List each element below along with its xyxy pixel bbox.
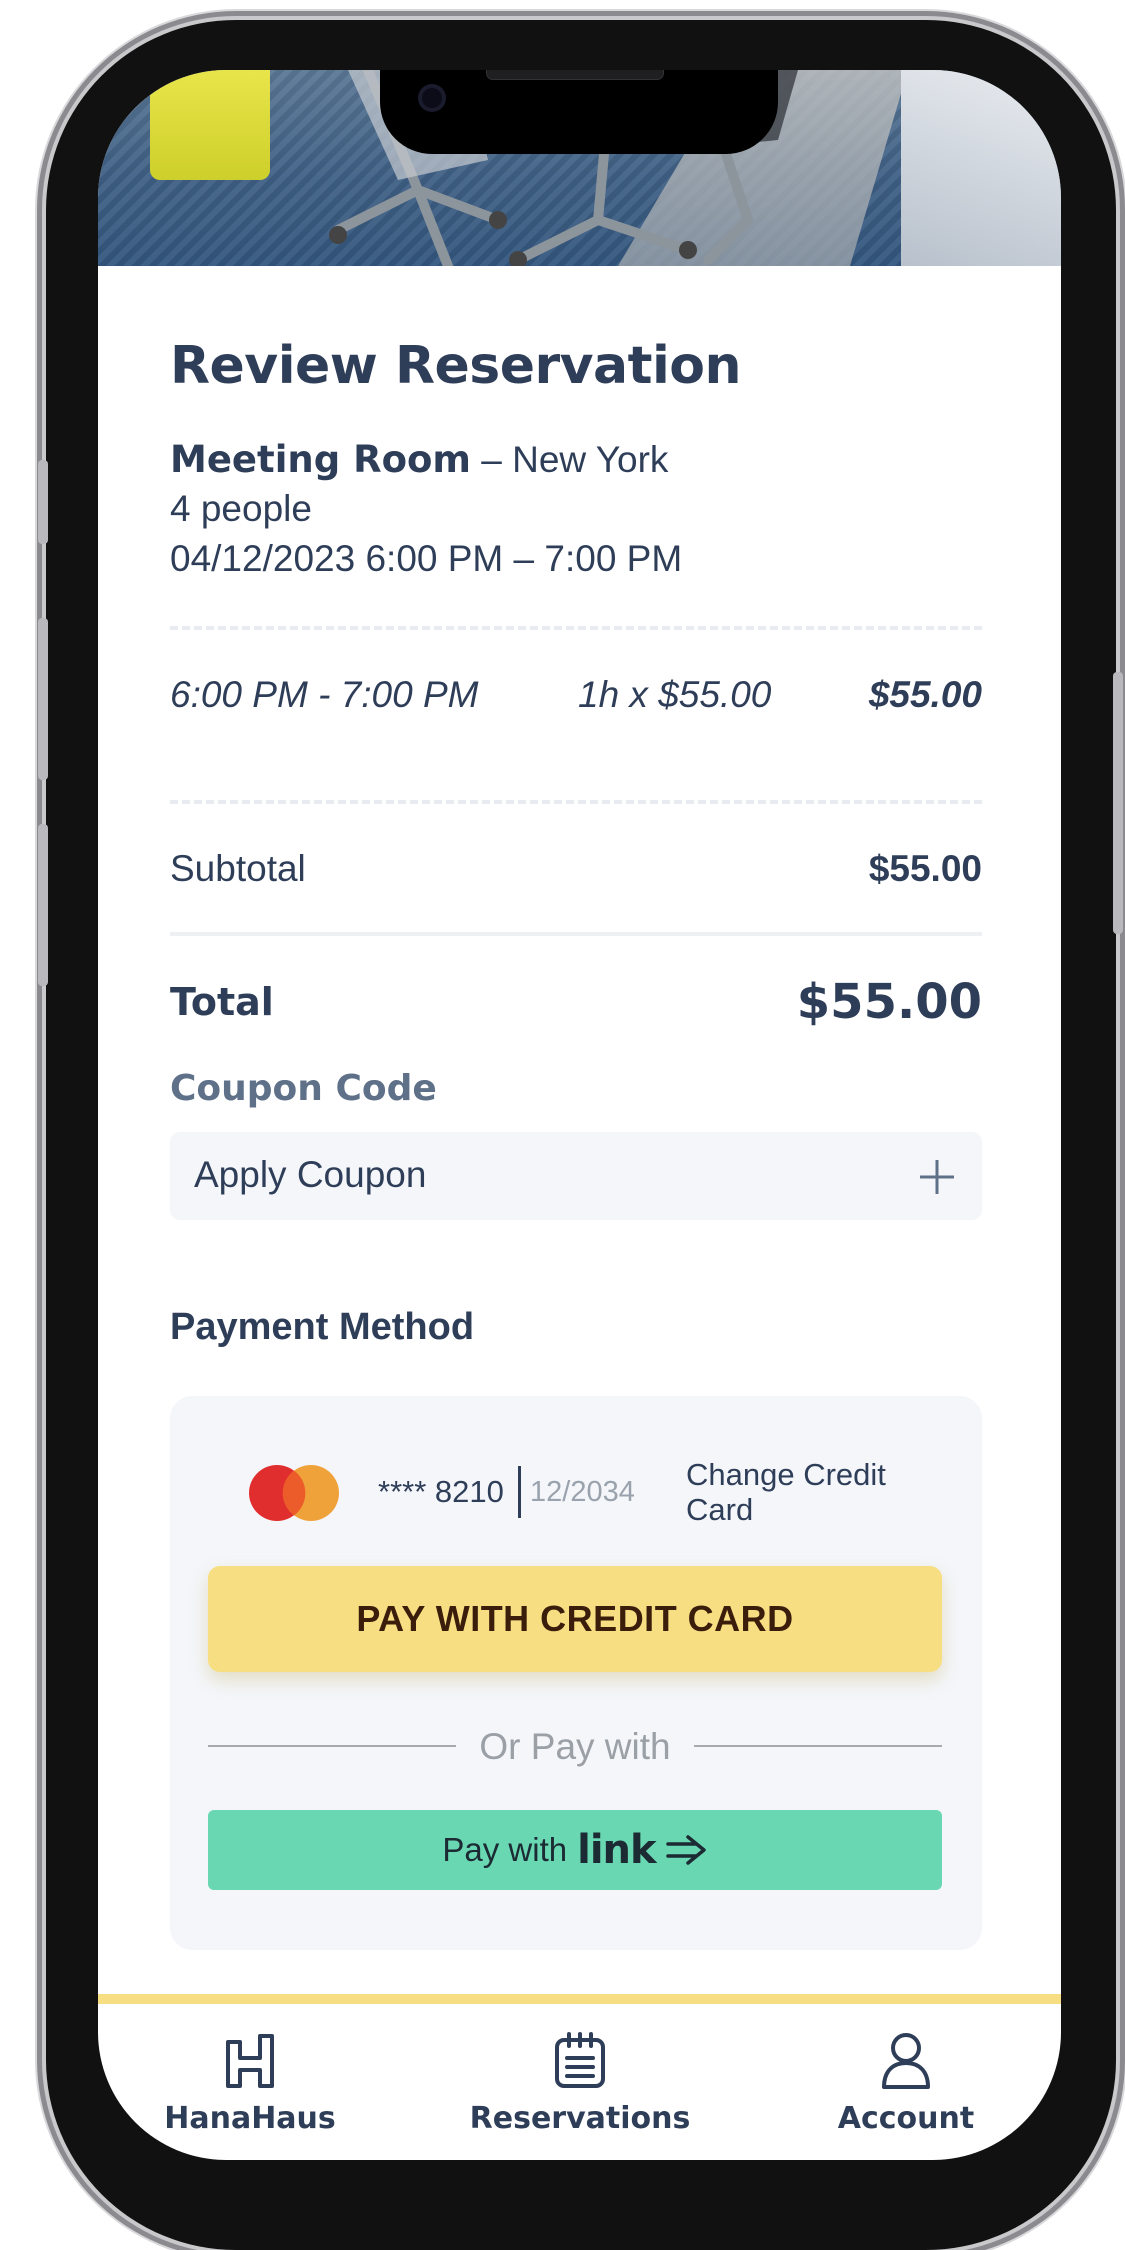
or-divider-left xyxy=(208,1745,456,1747)
card-number: **** 8210 xyxy=(378,1474,504,1509)
change-card-line2: Card xyxy=(686,1492,754,1527)
volume-up-button xyxy=(38,618,48,780)
hero-window xyxy=(901,70,1061,266)
page-title: Review Reservation xyxy=(170,336,742,396)
nav-item-reservations[interactable]: Reservations xyxy=(460,2004,700,2136)
apply-coupon-button[interactable]: Apply Coupon xyxy=(170,1132,982,1220)
reservation-datetime: 04/12/2023 6:00 PM – 7:00 PM xyxy=(170,538,683,579)
arrow-right-icon xyxy=(665,1835,706,1865)
hero-yellow-cube xyxy=(150,70,270,180)
calendar-icon xyxy=(555,2032,605,2088)
volume-down-button xyxy=(38,824,48,986)
card-divider xyxy=(518,1466,521,1518)
divider-dashed-top xyxy=(170,626,982,630)
link-button-prefix: Pay with xyxy=(442,1831,568,1868)
line-item-time: 6:00 PM - 7:00 PM xyxy=(170,674,479,715)
room-separator: – xyxy=(481,439,502,480)
apply-coupon-label: Apply Coupon xyxy=(194,1154,427,1195)
change-credit-card-link[interactable]: Change Credit Card xyxy=(686,1457,886,1527)
card-expiry: 12/2034 xyxy=(530,1476,635,1508)
bottom-nav: HanaHaus Reservations Account xyxy=(98,1994,1061,2160)
front-camera-icon xyxy=(418,84,446,112)
subtotal-value: $55.00 xyxy=(868,848,982,889)
total-value: $55.00 xyxy=(796,974,982,1030)
nav-item-account[interactable]: Account xyxy=(786,2004,1026,2136)
divider-solid xyxy=(170,932,982,936)
pay-with-credit-card-button[interactable]: PAY WITH CREDIT CARD xyxy=(208,1566,942,1672)
coupon-heading: Coupon Code xyxy=(170,1068,437,1109)
room-location: New York xyxy=(512,439,669,480)
line-item-amount: $55.00 xyxy=(868,674,982,715)
nav-label-account: Account xyxy=(837,2101,975,2136)
total-label: Total xyxy=(170,980,274,1024)
nav-item-hanahaus[interactable]: HanaHaus xyxy=(130,2004,370,2136)
line-item-rate: 1h x $55.00 xyxy=(578,674,772,715)
nav-label-reservations: Reservations xyxy=(469,2101,691,2136)
power-button xyxy=(1113,672,1123,934)
or-pay-with-label: Or Pay with xyxy=(479,1726,671,1767)
room-type: Meeting Room xyxy=(170,438,471,481)
silent-switch xyxy=(38,460,48,544)
mastercard-icon xyxy=(249,1465,339,1521)
link-brand: link xyxy=(577,1827,656,1873)
change-card-line1: Change Credit xyxy=(686,1457,886,1492)
divider-dashed-bottom xyxy=(170,800,982,804)
building-icon xyxy=(226,2034,274,2088)
user-icon xyxy=(882,2033,930,2089)
payment-heading: Payment Method xyxy=(170,1306,475,1348)
reservation-room-line: Meeting Room – New York xyxy=(170,438,668,481)
reservation-people: 4 people xyxy=(170,488,312,529)
subtotal-label: Subtotal xyxy=(170,848,306,889)
notch xyxy=(380,70,778,154)
plus-icon xyxy=(920,1160,954,1194)
or-divider-right xyxy=(694,1745,942,1747)
speaker-grille xyxy=(486,70,664,80)
pay-with-link-button[interactable]: Pay with link xyxy=(208,1810,942,1890)
nav-label-hanahaus: HanaHaus xyxy=(164,2101,336,2136)
